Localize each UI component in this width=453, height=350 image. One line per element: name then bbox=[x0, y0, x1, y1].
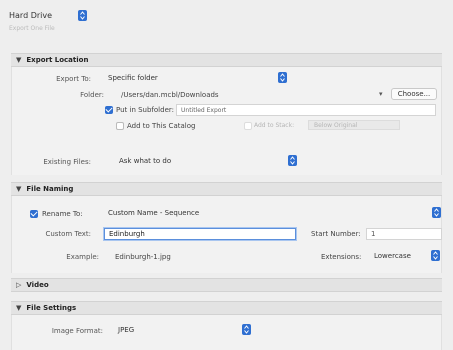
add-to-stack-label: Add to Stack: bbox=[254, 122, 295, 129]
subfolder-name-value: Untitled Export bbox=[181, 106, 227, 114]
section-title: Export Location bbox=[26, 56, 89, 64]
section-body-file-settings: Image Format: JPEG bbox=[11, 315, 442, 350]
folder-path: /Users/dan.mcbl/Downloads bbox=[121, 91, 219, 99]
folder-label: Folder: bbox=[80, 91, 104, 99]
existing-files-label: Existing Files: bbox=[43, 158, 91, 166]
section-header-file-settings[interactable]: ▼ File Settings bbox=[11, 301, 442, 315]
disclosure-triangle-down-icon: ▼ bbox=[16, 185, 22, 193]
section-header-file-naming[interactable]: ▼ File Naming bbox=[11, 182, 442, 196]
rename-to-popup[interactable]: Custom Name - Sequence bbox=[108, 207, 443, 219]
choose-folder-button[interactable]: Choose... bbox=[391, 88, 437, 100]
disclosure-triangle-right-icon: ▷ bbox=[16, 281, 22, 289]
disclosure-triangle-down-icon: ▼ bbox=[16, 56, 22, 64]
extensions-value: Lowercase bbox=[374, 252, 411, 260]
up-down-stepper-icon bbox=[432, 207, 441, 218]
image-format-value: JPEG bbox=[118, 326, 135, 334]
rename-to-value: Custom Name - Sequence bbox=[108, 209, 200, 217]
custom-text-input[interactable]: Edinburgh bbox=[104, 228, 296, 240]
image-format-label: Image Format: bbox=[51, 327, 103, 335]
section-title: File Settings bbox=[26, 304, 77, 312]
example-value: Edinburgh-1.jpg bbox=[115, 253, 171, 261]
section-title: File Naming bbox=[26, 185, 74, 193]
section-header-export-location[interactable]: ▼ Export Location bbox=[11, 53, 442, 67]
up-down-stepper-icon bbox=[242, 324, 251, 335]
start-number-input[interactable]: 1 bbox=[366, 228, 442, 240]
export-target-label: Hard Drive bbox=[9, 11, 53, 20]
export-count-subtitle: Export One File bbox=[9, 25, 55, 32]
start-number-label: Start Number: bbox=[311, 230, 361, 238]
custom-text-value: Edinburgh bbox=[109, 230, 145, 238]
section-title: Video bbox=[26, 281, 49, 289]
put-in-subfolder-label: Put in Subfolder: bbox=[116, 106, 174, 114]
up-down-stepper-icon bbox=[288, 155, 297, 166]
add-to-stack-checkbox[interactable] bbox=[244, 122, 252, 130]
up-down-stepper-icon bbox=[78, 10, 87, 21]
custom-text-label: Custom Text: bbox=[45, 230, 91, 238]
rename-to-label: Rename To: bbox=[42, 210, 83, 218]
existing-files-value: Ask what to do bbox=[119, 157, 172, 165]
disclosure-triangle-down-icon: ▼ bbox=[16, 304, 22, 312]
section-body-file-naming: Rename To: Custom Name - Sequence Custom… bbox=[11, 196, 442, 273]
section-body-export-location: Export To: Specific folder Folder: /User… bbox=[11, 67, 442, 175]
export-to-popup[interactable]: Specific folder bbox=[108, 72, 288, 84]
up-down-stepper-icon bbox=[431, 250, 440, 261]
export-to-value: Specific folder bbox=[108, 74, 158, 82]
stack-position-popup[interactable]: Below Original bbox=[308, 120, 400, 130]
example-label: Example: bbox=[66, 253, 99, 261]
add-to-catalog-label: Add to This Catalog bbox=[127, 122, 196, 130]
image-format-popup[interactable]: JPEG bbox=[118, 324, 252, 336]
add-to-catalog-checkbox[interactable] bbox=[116, 122, 124, 130]
export-to-label: Export To: bbox=[56, 75, 91, 83]
choose-button-label: Choose... bbox=[397, 90, 431, 98]
up-down-stepper-icon bbox=[278, 72, 287, 83]
export-target-popup[interactable]: Hard Drive bbox=[7, 9, 89, 22]
extensions-popup[interactable]: Lowercase bbox=[374, 250, 442, 262]
stack-position-value: Below Original bbox=[314, 122, 358, 129]
start-number-value: 1 bbox=[371, 230, 376, 238]
subfolder-name-input[interactable]: Untitled Export bbox=[176, 104, 436, 116]
put-in-subfolder-checkbox[interactable] bbox=[105, 106, 113, 114]
section-header-video[interactable]: ▷ Video bbox=[11, 278, 442, 292]
extensions-label: Extensions: bbox=[321, 253, 362, 261]
rename-to-checkbox[interactable] bbox=[30, 210, 38, 218]
existing-files-popup[interactable]: Ask what to do bbox=[108, 155, 298, 167]
folder-history-chevron-icon[interactable]: ▾ bbox=[379, 90, 383, 98]
